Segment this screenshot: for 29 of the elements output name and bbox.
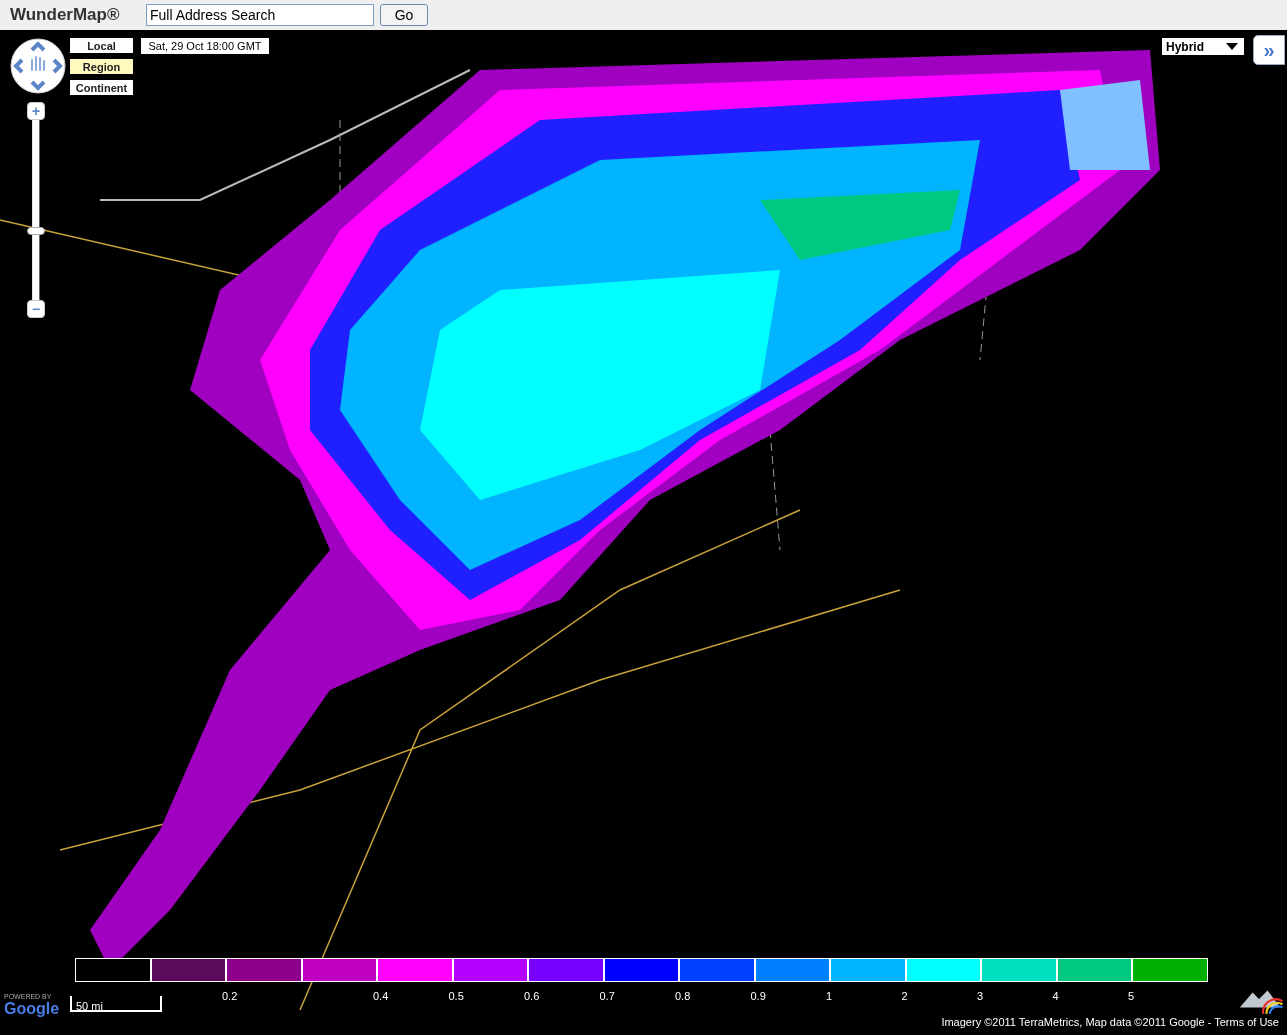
legend-label: 0.8 (675, 990, 691, 1002)
search-field[interactable]: Full Address Search (146, 4, 374, 26)
map-type-dropdown[interactable]: Hybrid (1162, 38, 1244, 55)
legend-label: 2 (901, 990, 908, 1002)
zoom-handle[interactable] (27, 227, 45, 236)
zoom-in-button[interactable]: + (27, 102, 45, 120)
view-tab[interactable]: Continent (70, 80, 133, 95)
legend-label: 0.6 (524, 990, 540, 1002)
legend-label: 0.9 (750, 990, 766, 1002)
panel-toggle-button[interactable]: » (1253, 35, 1285, 65)
caret-icon (1226, 43, 1238, 50)
view-tab[interactable]: Region (70, 59, 133, 74)
legend-label: 0.7 (599, 990, 615, 1002)
legend-label: 0.5 (448, 990, 464, 1002)
legend-label: 0.4 (373, 990, 389, 1002)
zoom-out-button[interactable]: − (27, 300, 45, 318)
legend-label: 4 (1052, 990, 1059, 1002)
pan-control[interactable] (10, 38, 66, 94)
attribution-text: Imagery ©2011 TerraMetrics, Map data ©2011 Google - Terms of Use (941, 1016, 1279, 1028)
view-tab[interactable]: Local (70, 38, 133, 53)
scale-bar: 50 mi (70, 996, 162, 1012)
legend-label: 3 (977, 990, 984, 1002)
legend-label: 5 (1128, 990, 1135, 1002)
legend-label: 1 (826, 990, 833, 1002)
timestamp-label: Sat, 29 Oct 18:00 GMT (141, 38, 269, 54)
app-title: WunderMap® (10, 5, 121, 25)
go-button[interactable]: Go (380, 4, 428, 26)
legend-label: 0.2 (222, 990, 238, 1002)
google-logo: Google (4, 1000, 60, 1018)
